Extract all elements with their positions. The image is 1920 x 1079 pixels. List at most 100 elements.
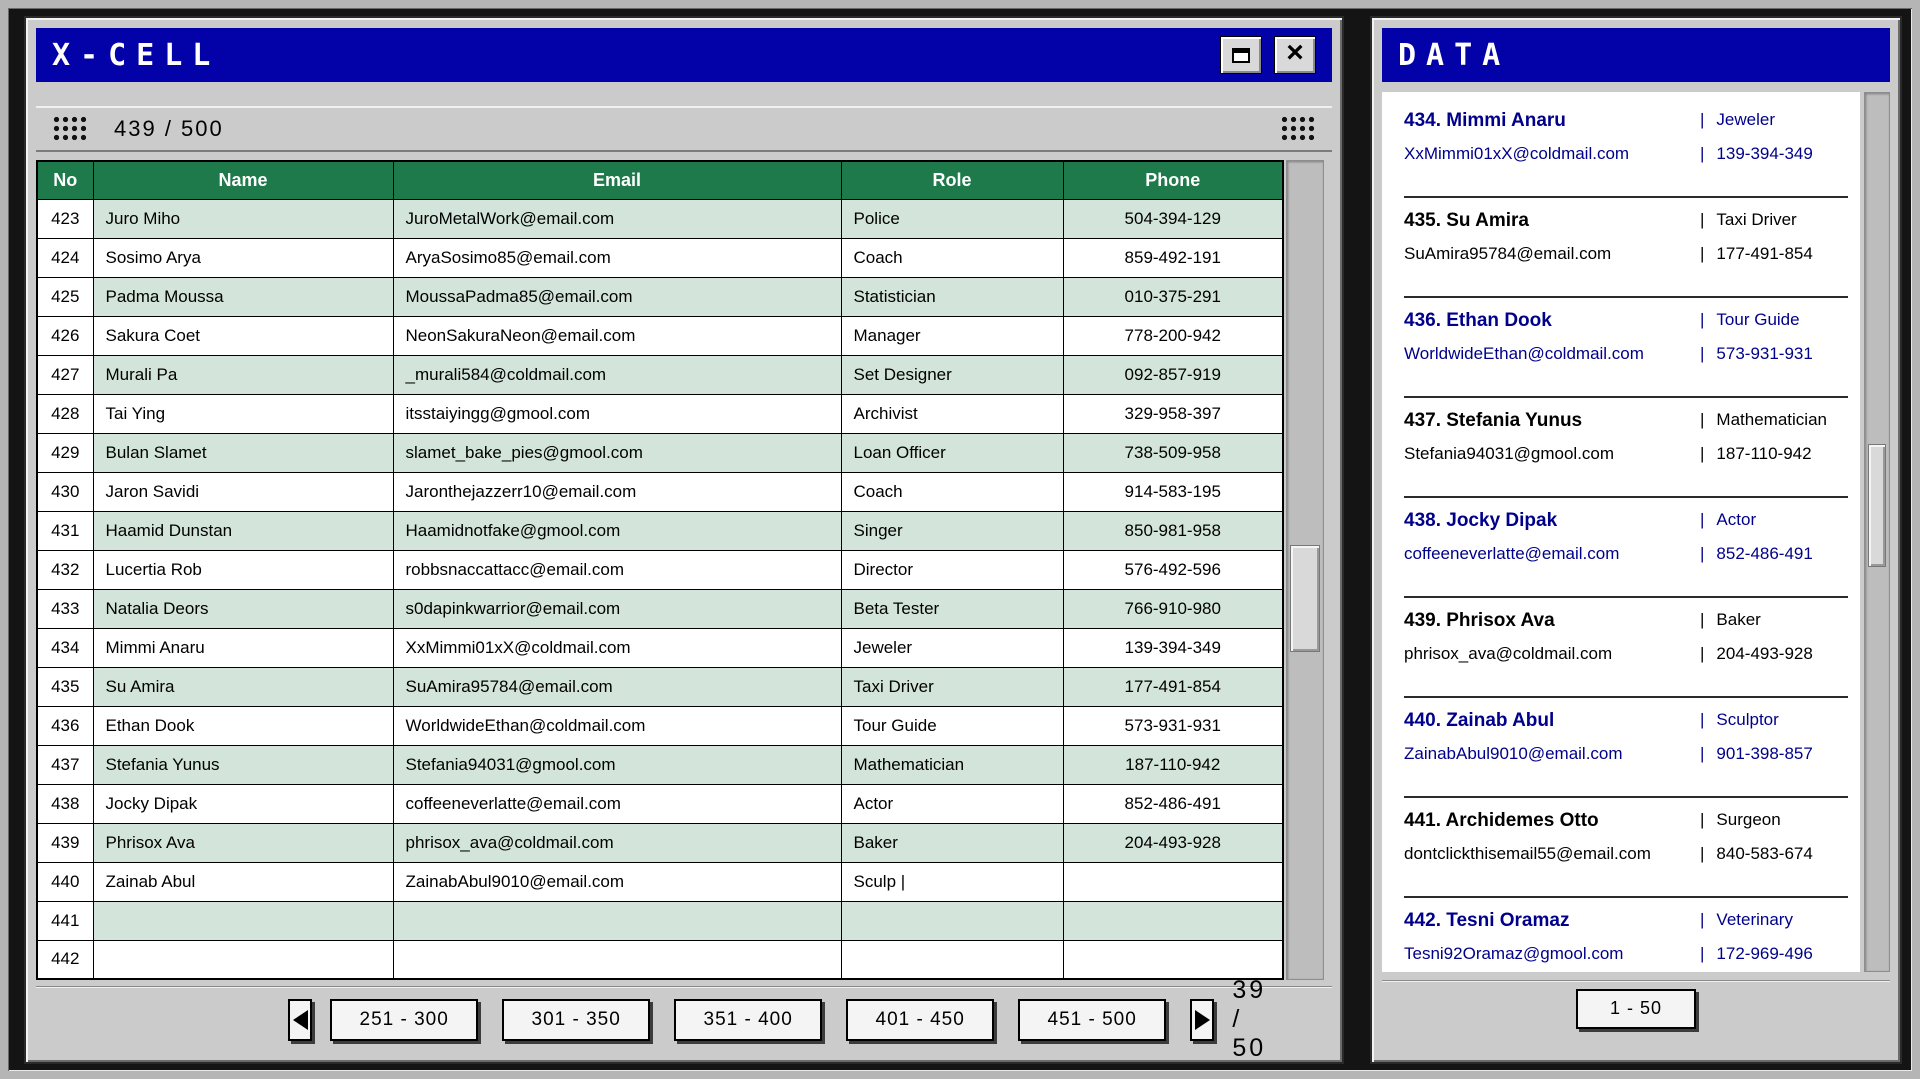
cell-role[interactable]: Actor — [841, 784, 1063, 823]
xcell-scrollbar[interactable] — [1286, 160, 1324, 980]
cell-role[interactable]: Loan Officer — [841, 433, 1063, 472]
cell-phone[interactable] — [1063, 901, 1283, 940]
cell-name[interactable]: Ethan Dook — [93, 706, 393, 745]
cell-phone[interactable]: 504-394-129 — [1063, 199, 1283, 238]
prev-page-button[interactable] — [288, 999, 312, 1041]
cell-name[interactable]: Natalia Deors — [93, 589, 393, 628]
page-range-button[interactable]: 401 - 450 — [846, 999, 994, 1041]
cell-role[interactable]: Baker — [841, 823, 1063, 862]
cell-name[interactable]: Lucertia Rob — [93, 550, 393, 589]
xcell-scrollbar-thumb[interactable] — [1290, 545, 1320, 651]
cell-phone[interactable] — [1063, 940, 1283, 979]
cell-name[interactable]: Bulan Slamet — [93, 433, 393, 472]
cell-phone[interactable]: 573-931-931 — [1063, 706, 1283, 745]
cell-role[interactable]: Taxi Driver — [841, 667, 1063, 706]
cell-role[interactable]: Police — [841, 199, 1063, 238]
cell-no[interactable]: 425 — [37, 277, 93, 316]
cell-phone[interactable] — [1063, 862, 1283, 901]
cell-role[interactable] — [841, 901, 1063, 940]
cell-role[interactable]: Beta Tester — [841, 589, 1063, 628]
cell-email[interactable]: Haamidnotfake@gmool.com — [393, 511, 841, 550]
cell-email[interactable]: AryaSosimo85@email.com — [393, 238, 841, 277]
cell-phone[interactable]: 766-910-980 — [1063, 589, 1283, 628]
cell-email[interactable]: MoussaPadma85@email.com — [393, 277, 841, 316]
cell-name[interactable]: Zainab Abul — [93, 862, 393, 901]
cell-role[interactable] — [841, 940, 1063, 979]
cell-phone[interactable]: 576-492-596 — [1063, 550, 1283, 589]
cell-role[interactable]: Sculp | — [841, 862, 1063, 901]
cell-name[interactable]: Sakura Coet — [93, 316, 393, 355]
data-scrollbar[interactable] — [1864, 92, 1890, 972]
cell-role[interactable]: Tour Guide — [841, 706, 1063, 745]
cell-email[interactable]: robbsnaccattacc@email.com — [393, 550, 841, 589]
cell-phone[interactable]: 092-857-919 — [1063, 355, 1283, 394]
cell-role[interactable]: Archivist — [841, 394, 1063, 433]
cell-name[interactable]: Sosimo Arya — [93, 238, 393, 277]
cell-role[interactable]: Mathematician — [841, 745, 1063, 784]
cell-phone[interactable]: 914-583-195 — [1063, 472, 1283, 511]
cell-email[interactable]: s0dapinkwarrior@email.com — [393, 589, 841, 628]
cell-name[interactable] — [93, 901, 393, 940]
cell-phone[interactable]: 204-493-928 — [1063, 823, 1283, 862]
cell-phone[interactable]: 139-394-349 — [1063, 628, 1283, 667]
cell-email[interactable]: itsstaiyingg@gmool.com — [393, 394, 841, 433]
cell-name[interactable]: Jocky Dipak — [93, 784, 393, 823]
data-range-button[interactable]: 1 - 50 — [1576, 989, 1696, 1029]
page-range-button[interactable]: 301 - 350 — [502, 999, 650, 1041]
cell-no[interactable]: 442 — [37, 940, 93, 979]
cell-name[interactable]: Haamid Dunstan — [93, 511, 393, 550]
cell-role[interactable]: Singer — [841, 511, 1063, 550]
cell-no[interactable]: 431 — [37, 511, 93, 550]
cell-role[interactable]: Coach — [841, 472, 1063, 511]
cell-phone[interactable]: 177-491-854 — [1063, 667, 1283, 706]
cell-phone[interactable]: 329-958-397 — [1063, 394, 1283, 433]
close-button[interactable]: × — [1274, 36, 1316, 74]
cell-no[interactable]: 432 — [37, 550, 93, 589]
cell-no[interactable]: 430 — [37, 472, 93, 511]
cell-no[interactable]: 441 — [37, 901, 93, 940]
cell-phone[interactable]: 738-509-958 — [1063, 433, 1283, 472]
cell-phone[interactable]: 187-110-942 — [1063, 745, 1283, 784]
cell-name[interactable]: Tai Ying — [93, 394, 393, 433]
cell-email[interactable] — [393, 940, 841, 979]
cell-name[interactable]: Jaron Savidi — [93, 472, 393, 511]
page-range-button[interactable]: 251 - 300 — [330, 999, 478, 1041]
cell-name[interactable]: Stefania Yunus — [93, 745, 393, 784]
cell-name[interactable] — [93, 940, 393, 979]
cell-no[interactable]: 440 — [37, 862, 93, 901]
cell-email[interactable]: Stefania94031@gmool.com — [393, 745, 841, 784]
cell-email[interactable]: slamet_bake_pies@gmool.com — [393, 433, 841, 472]
cell-phone[interactable]: 852-486-491 — [1063, 784, 1283, 823]
cell-no[interactable]: 428 — [37, 394, 93, 433]
cell-no[interactable]: 427 — [37, 355, 93, 394]
cell-no[interactable]: 424 — [37, 238, 93, 277]
cell-email[interactable]: phrisox_ava@coldmail.com — [393, 823, 841, 862]
cell-phone[interactable]: 010-375-291 — [1063, 277, 1283, 316]
cell-name[interactable]: Su Amira — [93, 667, 393, 706]
cell-no[interactable]: 438 — [37, 784, 93, 823]
cell-phone[interactable]: 778-200-942 — [1063, 316, 1283, 355]
cell-no[interactable]: 433 — [37, 589, 93, 628]
cell-name[interactable]: Phrisox Ava — [93, 823, 393, 862]
cell-no[interactable]: 426 — [37, 316, 93, 355]
cell-email[interactable]: JuroMetalWork@email.com — [393, 199, 841, 238]
cell-name[interactable]: Mimmi Anaru — [93, 628, 393, 667]
cell-email[interactable]: coffeeneverlatte@email.com — [393, 784, 841, 823]
cell-email[interactable]: _murali584@coldmail.com — [393, 355, 841, 394]
cell-role[interactable]: Statistician — [841, 277, 1063, 316]
next-page-button[interactable] — [1190, 999, 1214, 1041]
cell-no[interactable]: 437 — [37, 745, 93, 784]
cell-role[interactable]: Set Designer — [841, 355, 1063, 394]
cell-email[interactable]: WorldwideEthan@coldmail.com — [393, 706, 841, 745]
cell-name[interactable]: Murali Pa — [93, 355, 393, 394]
page-range-button[interactable]: 351 - 400 — [674, 999, 822, 1041]
data-scrollbar-thumb[interactable] — [1868, 444, 1886, 567]
cell-phone[interactable]: 850-981-958 — [1063, 511, 1283, 550]
cell-no[interactable]: 435 — [37, 667, 93, 706]
cell-no[interactable]: 436 — [37, 706, 93, 745]
cell-email[interactable] — [393, 901, 841, 940]
cell-role[interactable]: Coach — [841, 238, 1063, 277]
cell-name[interactable]: Juro Miho — [93, 199, 393, 238]
cell-role[interactable]: Jeweler — [841, 628, 1063, 667]
cell-email[interactable]: SuAmira95784@email.com — [393, 667, 841, 706]
